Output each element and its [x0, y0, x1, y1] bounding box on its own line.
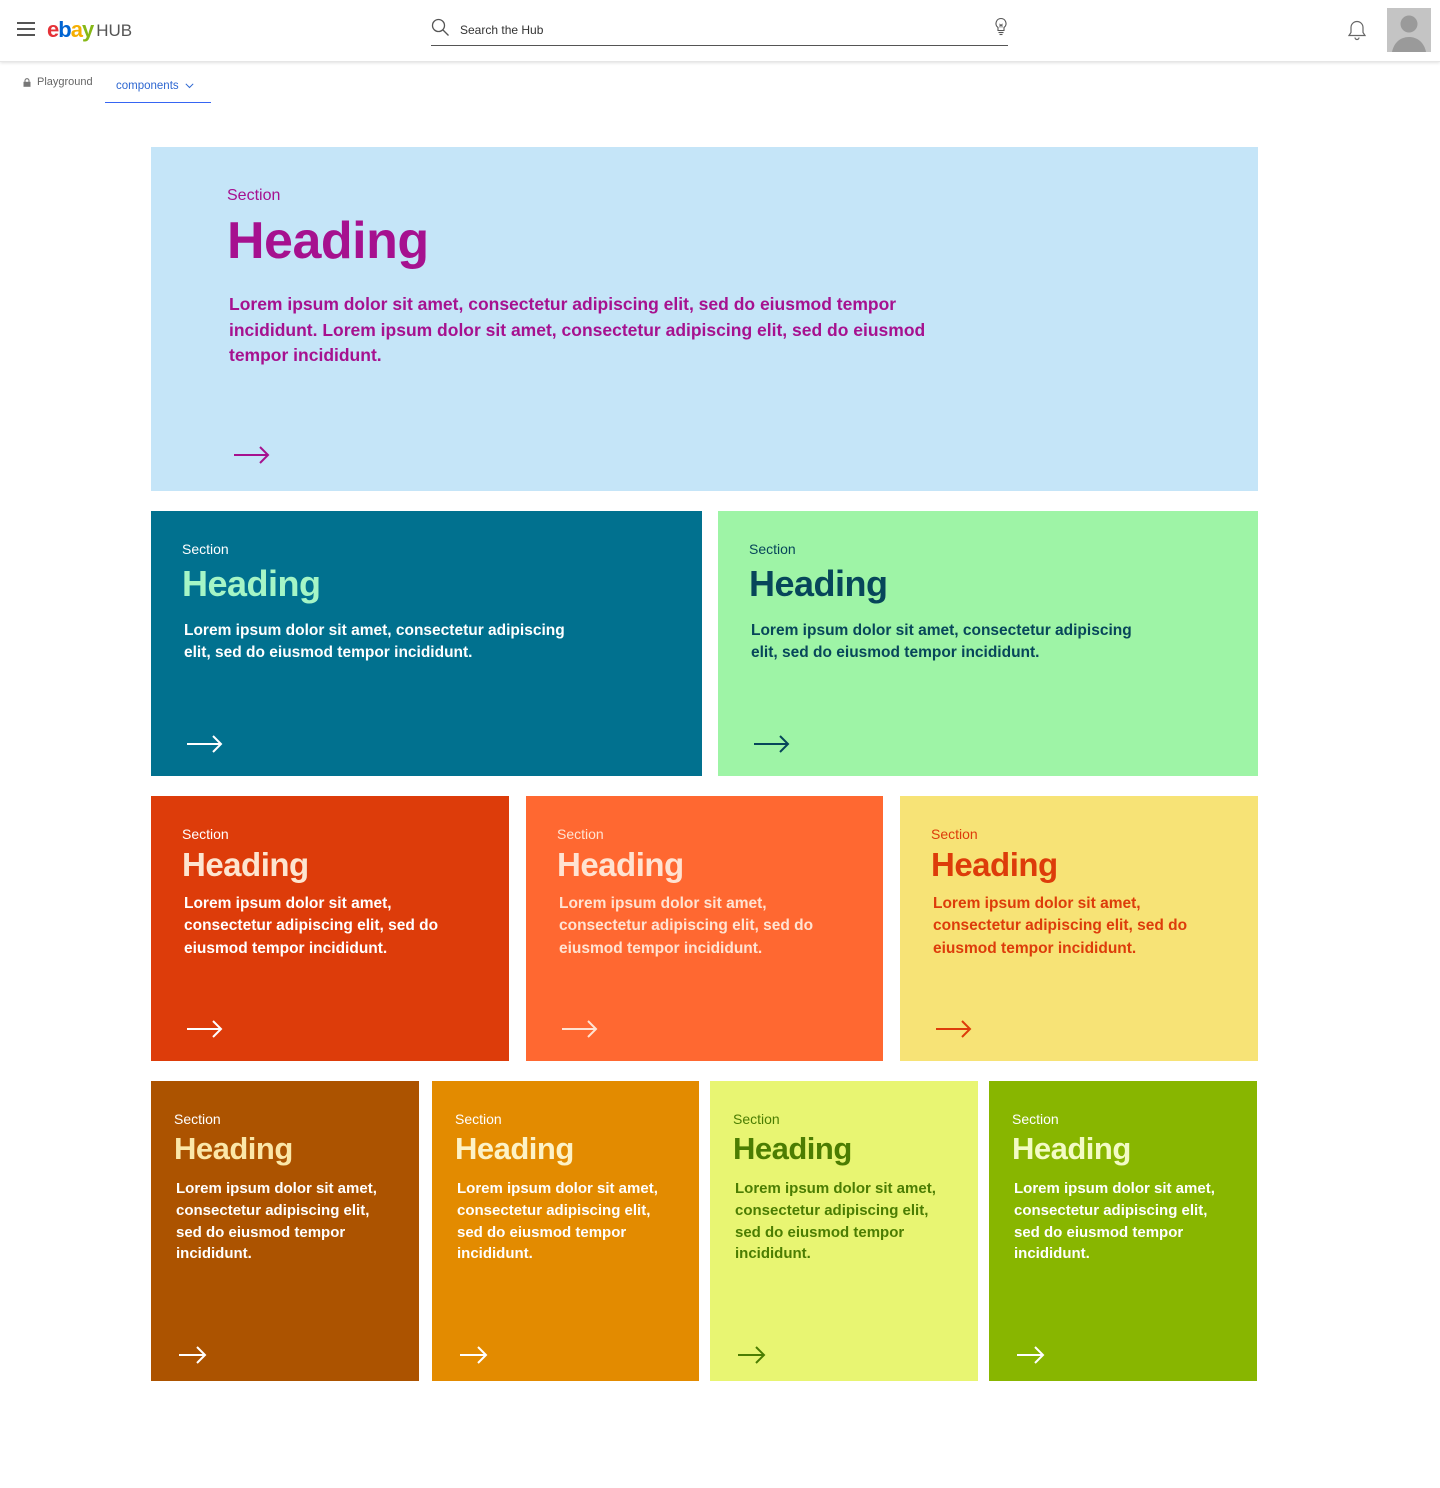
arrow-right-icon[interactable] [561, 1019, 599, 1039]
card-heading: Heading [455, 1131, 574, 1166]
logo-letter-e: e [47, 17, 59, 42]
lightbulb-icon[interactable] [994, 17, 1008, 37]
arrow-right-icon[interactable] [178, 1345, 208, 1365]
card-heading: Heading [557, 846, 684, 883]
card-heading: Heading [182, 846, 309, 883]
menu-icon[interactable] [17, 22, 35, 36]
card-body: Lorem ipsum dolor sit amet, consectetur … [229, 294, 926, 366]
card-section-label: Section [174, 1111, 221, 1127]
card-heading: Heading [174, 1131, 293, 1166]
top-bar: ebay HUB [0, 0, 1440, 62]
avatar[interactable] [1387, 8, 1431, 52]
search-input[interactable] [458, 18, 982, 42]
card-mint[interactable]: Section Heading Lorem ipsum dolor sit am… [718, 511, 1258, 776]
card-body: Lorem ipsum dolor sit amet, consectetur … [184, 895, 439, 957]
tab-components-label: components [116, 80, 179, 92]
arrow-right-icon[interactable] [186, 734, 224, 754]
card-body: Lorem ipsum dolor sit amet, consectetur … [1014, 1180, 1215, 1263]
logo-hub-text: HUB [96, 21, 133, 40]
card-heading: Heading [749, 563, 888, 604]
card-section-label: Section [557, 826, 604, 842]
hero-card[interactable]: Section Heading Lorem ipsum dolor sit am… [151, 147, 1258, 491]
card-green[interactable]: Section Heading Lorem ipsum dolor sit am… [989, 1081, 1257, 1381]
card-yellow[interactable]: Section Heading Lorem ipsum dolor sit am… [900, 796, 1258, 1061]
arrow-right-icon[interactable] [1016, 1345, 1046, 1365]
arrow-right-icon[interactable] [186, 1019, 224, 1039]
breadcrumb[interactable]: Playground [23, 76, 93, 88]
card-heading: Heading [182, 563, 321, 604]
tab-components[interactable]: components [105, 70, 211, 103]
arrow-right-icon[interactable] [737, 1345, 767, 1365]
card-section-label: Section [182, 541, 229, 557]
card-orange[interactable]: Section Heading Lorem ipsum dolor sit am… [526, 796, 883, 1061]
card-brown[interactable]: Section Heading Lorem ipsum dolor sit am… [151, 1081, 419, 1381]
logo-letter-b: b [58, 17, 71, 42]
card-body: Lorem ipsum dolor sit amet, consectetur … [457, 1180, 658, 1263]
search-bar [431, 14, 1008, 46]
card-section-label: Section [733, 1111, 780, 1127]
arrow-right-icon[interactable] [233, 445, 271, 465]
card-amber[interactable]: Section Heading Lorem ipsum dolor sit am… [432, 1081, 699, 1381]
logo-letter-a: a [70, 17, 83, 42]
arrow-right-icon[interactable] [459, 1345, 489, 1365]
card-section-label: Section [227, 187, 281, 204]
card-body: Lorem ipsum dolor sit amet, consectetur … [735, 1180, 936, 1263]
card-section-label: Section [749, 541, 796, 557]
card-body: Lorem ipsum dolor sit amet, consectetur … [176, 1180, 377, 1263]
lock-icon [23, 77, 31, 87]
breadcrumb-playground: Playground [37, 76, 93, 88]
search-icon [431, 18, 449, 36]
card-heading: Heading [1012, 1131, 1131, 1166]
arrow-right-icon[interactable] [935, 1019, 973, 1039]
card-body: Lorem ipsum dolor sit amet, consectetur … [184, 622, 565, 662]
card-section-label: Section [182, 826, 229, 842]
card-body: Lorem ipsum dolor sit amet, consectetur … [933, 895, 1188, 957]
card-heading: Heading [733, 1131, 852, 1166]
card-body: Lorem ipsum dolor sit amet, consectetur … [751, 622, 1132, 662]
card-lime[interactable]: Section Heading Lorem ipsum dolor sit am… [710, 1081, 978, 1381]
card-section-label: Section [931, 826, 978, 842]
user-silhouette-icon [1392, 15, 1426, 52]
logo-letter-y: y [81, 17, 94, 42]
card-body: Lorem ipsum dolor sit amet, consectetur … [559, 895, 814, 957]
notification-bell-icon[interactable] [1347, 19, 1367, 41]
arrow-right-icon[interactable] [753, 734, 791, 754]
card-section-label: Section [455, 1111, 502, 1127]
card-section-label: Section [1012, 1111, 1059, 1127]
card-heading: Heading [931, 846, 1058, 883]
card-teal[interactable]: Section Heading Lorem ipsum dolor sit am… [151, 511, 702, 776]
card-red[interactable]: Section Heading Lorem ipsum dolor sit am… [151, 796, 509, 1061]
card-heading: Heading [227, 212, 429, 270]
chevron-down-icon [185, 83, 194, 89]
ebay-hub-logo[interactable]: ebay HUB [47, 17, 132, 43]
